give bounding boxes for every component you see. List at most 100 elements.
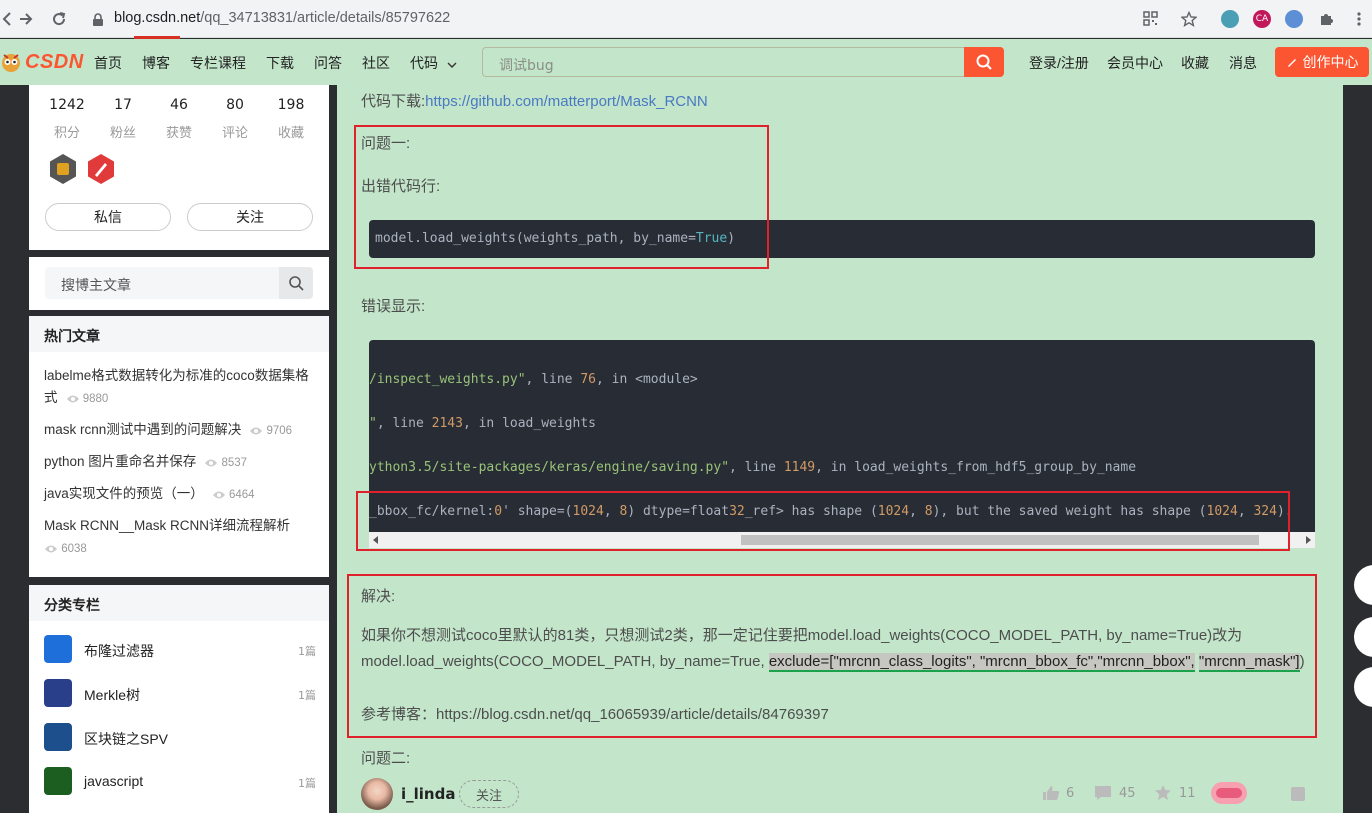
- github-link[interactable]: https://github.com/matterport/Mask_RCNN: [425, 93, 708, 110]
- browser-toolbar: blog.csdn.net/qq_34713831/article/detail…: [0, 0, 1372, 39]
- column-item[interactable]: 布隆过滤器 1篇: [44, 635, 316, 665]
- problem-two-heading: 问题二:: [361, 750, 411, 767]
- private-message-button[interactable]: 私信: [45, 203, 171, 231]
- highlight-box-problem: [354, 125, 769, 269]
- column-name: 区块链之SPV: [84, 731, 169, 747]
- chevron-down-icon: [447, 62, 457, 68]
- logo-text: CSDN: [25, 50, 84, 73]
- search-icon: [289, 276, 304, 291]
- messages-link[interactable]: 消息: [1229, 53, 1257, 73]
- stat-points-label: 积分: [53, 126, 80, 141]
- nav-blog[interactable]: 博客: [142, 53, 170, 73]
- stat-likes-label: 获赞: [165, 126, 192, 141]
- csdn-logo[interactable]: CSDN: [0, 49, 84, 75]
- columns-title: 分类专栏: [29, 585, 329, 621]
- author-profile-panel: 1242 17 46 80 198 积分 粉丝 获赞 评论 收藏 私信 关注: [29, 85, 329, 250]
- hot-articles-panel: 热门文章 labelme格式数据转化为标准的coco数据集格式 9880 mas…: [29, 316, 329, 577]
- star-count: 11: [1179, 786, 1196, 801]
- column-item[interactable]: javascript 1篇: [44, 767, 316, 797]
- more-menu-icon[interactable]: [1347, 7, 1371, 31]
- comment-count: 45: [1119, 786, 1136, 801]
- comment-icon[interactable]: [1094, 785, 1112, 801]
- solution-paragraph: 如果你不想测试coco里默认的81类，只想测试2类，那一定记住要把model.l…: [361, 627, 1305, 672]
- blog-search-input[interactable]: 搜博主文章: [45, 267, 313, 299]
- stat-favorites-value: 198: [277, 97, 305, 113]
- puzzle-extensions-icon[interactable]: [1314, 7, 1338, 31]
- hot-article-item[interactable]: Mask RCNN__Mask RCNN详细流程解析 6038: [44, 515, 316, 560]
- extension-ca-icon[interactable]: CA: [1253, 10, 1271, 28]
- eye-icon: [212, 491, 225, 499]
- eye-icon: [250, 427, 263, 435]
- stat-comments-value: 80: [226, 97, 244, 113]
- nav-community[interactable]: 社区: [362, 53, 390, 73]
- address-bar[interactable]: blog.csdn.net/qq_34713831/article/detail…: [80, 5, 1158, 33]
- author-name[interactable]: i_linda: [401, 785, 455, 803]
- stat-likes-value: 46: [170, 97, 188, 113]
- column-name: Merkle树: [84, 687, 141, 703]
- stat-fans-value: 17: [114, 97, 132, 113]
- nav-qa[interactable]: 问答: [314, 53, 342, 73]
- columns-panel: 分类专栏 布隆过滤器 1篇 Merkle树 1篇 区块链之SPV javascr…: [29, 585, 329, 813]
- like-count: 6: [1066, 786, 1075, 801]
- hot-article-item[interactable]: java实现文件的预览（一） 6464: [44, 483, 316, 506]
- site-search-input[interactable]: 调试bug: [482, 47, 966, 77]
- nav-courses[interactable]: 专栏课程: [190, 53, 246, 73]
- code-download-line: 代码下载:https://github.com/matterport/Mask_…: [361, 93, 708, 110]
- solution-heading: 解决:: [361, 588, 396, 605]
- code-line: ython3.5/site-packages/keras/engine/savi…: [369, 460, 1137, 475]
- site-navbar: CSDN 首页 博客 专栏课程 下载 问答 社区 代码 调试bug 登录/注册 …: [0, 39, 1372, 85]
- column-item[interactable]: Merkle树 1篇: [44, 679, 316, 709]
- extension-circle-icon[interactable]: [1221, 10, 1239, 28]
- article-bottom-toolbar: i_linda 关注 6 45 11: [337, 770, 1343, 813]
- nav-code[interactable]: 代码: [410, 53, 457, 73]
- reload-icon[interactable]: [47, 7, 71, 31]
- star-icon[interactable]: [1154, 784, 1172, 801]
- nav-download[interactable]: 下载: [266, 53, 294, 73]
- url-text: blog.csdn.net/qq_34713831/article/detail…: [114, 10, 451, 26]
- extension-blue-icon[interactable]: [1285, 10, 1303, 28]
- hot-articles-title: 热门文章: [29, 316, 329, 352]
- follow-button[interactable]: 关注: [459, 780, 519, 808]
- reward-icon[interactable]: [1210, 780, 1248, 806]
- column-name: 布隆过滤器: [84, 643, 154, 659]
- eye-icon: [205, 459, 218, 467]
- eye-icon: [66, 395, 79, 403]
- scroll-right-icon[interactable]: [1305, 536, 1311, 544]
- nav-home[interactable]: 首页: [94, 53, 122, 73]
- stat-comments-label: 评论: [221, 126, 248, 141]
- hot-article-item[interactable]: python 图片重命名并保存 8537: [44, 451, 316, 474]
- column-merkle-icon: [44, 679, 72, 707]
- eye-icon: [45, 545, 57, 553]
- site-search-button[interactable]: [964, 47, 1004, 77]
- error-display-label: 错误显示:: [361, 298, 426, 315]
- blog-search-panel: 搜博主文章: [29, 257, 329, 310]
- column-count: 1篇: [298, 689, 316, 702]
- reference-blog-line[interactable]: 参考博客：https://blog.csdn.net/qq_16065939/a…: [361, 703, 829, 724]
- stat-favorites-label: 收藏: [277, 126, 304, 141]
- column-bloom-icon: [44, 635, 72, 663]
- level-badge-icon[interactable]: [47, 153, 79, 185]
- lock-icon: [92, 12, 104, 31]
- thumbs-up-icon[interactable]: [1042, 785, 1060, 801]
- bookmark-star-icon[interactable]: [1177, 7, 1201, 31]
- create-center-button[interactable]: 创作中心: [1275, 47, 1369, 77]
- blog-search-button[interactable]: [279, 267, 313, 299]
- author-avatar[interactable]: [361, 778, 393, 810]
- stat-points-value: 1242: [49, 97, 85, 113]
- hot-article-item[interactable]: labelme格式数据转化为标准的coco数据集格式 9880: [44, 365, 316, 410]
- blogger-badge-icon[interactable]: [85, 153, 117, 185]
- code-line: /inspect_weights.py", line 76, in <modul…: [369, 372, 698, 387]
- column-item[interactable]: 区块链之SPV: [44, 723, 316, 753]
- favorites-link[interactable]: 收藏: [1181, 53, 1209, 73]
- forward-icon[interactable]: [14, 7, 38, 31]
- follow-author-button[interactable]: 关注: [187, 203, 313, 231]
- share-icon[interactable]: [1290, 786, 1306, 802]
- column-count: 1篇: [298, 777, 316, 790]
- column-spv-icon: [44, 723, 72, 751]
- article-content: 代码下载:https://github.com/matterport/Mask_…: [337, 85, 1343, 813]
- qr-icon[interactable]: [1143, 11, 1158, 30]
- vip-center-link[interactable]: 会员中心: [1107, 53, 1163, 73]
- code-line: ", line 2143, in load_weights: [369, 416, 596, 431]
- hot-article-item[interactable]: mask rcnn测试中遇到的问题解决 9706: [44, 419, 316, 442]
- login-link[interactable]: 登录/注册: [1029, 53, 1089, 73]
